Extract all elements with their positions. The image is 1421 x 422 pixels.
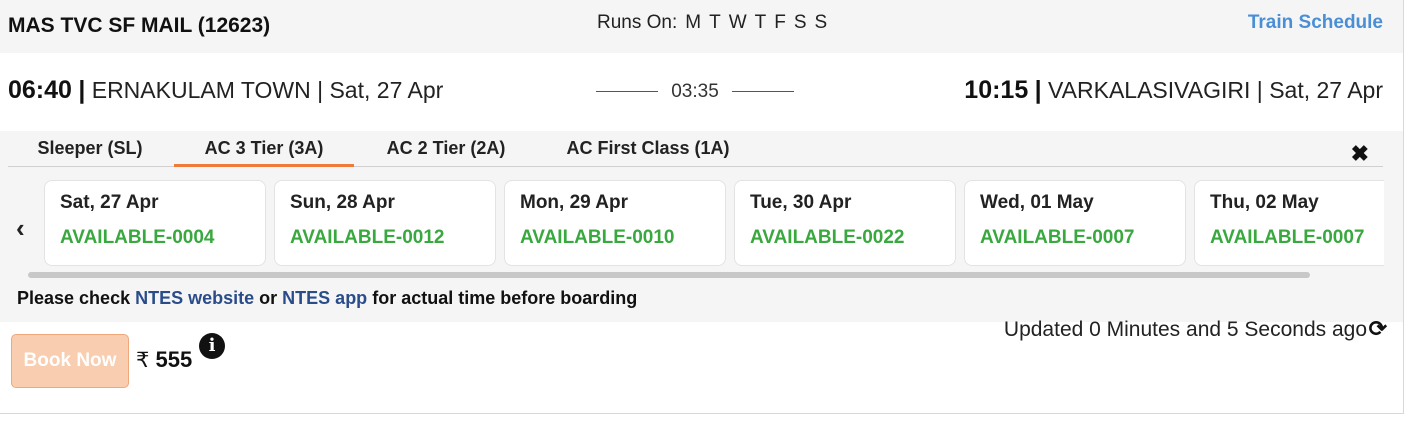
availability-strip: Sat, 27 Apr AVAILABLE-0004 Sun, 28 Apr A… <box>44 180 1384 266</box>
runs-on-day: W <box>728 12 747 33</box>
runs-on-day: S <box>793 12 807 33</box>
availability-date: Sun, 28 Apr <box>290 192 395 213</box>
runs-on-day: M <box>685 12 702 33</box>
arrival-date: Sat, 27 Apr <box>1269 77 1383 103</box>
availability-status: AVAILABLE-0010 <box>520 227 675 248</box>
class-tabs: Sleeper (SL) AC 3 Tier (3A) AC 2 Tier (2… <box>8 131 1383 167</box>
ntes-website-link[interactable]: NTES website <box>135 288 254 308</box>
runs-on-label: Runs On: <box>597 12 678 33</box>
arrival-info: 10:15 | VARKALASIVAGIRI | Sat, 27 Apr <box>964 76 1383 104</box>
availability-date: Tue, 30 Apr <box>750 192 852 213</box>
train-result-card: MAS TVC SF MAIL (12623) Runs On: M T W T F S S … <box>0 0 1404 414</box>
tab-sleeper[interactable]: Sleeper (SL) <box>8 131 172 167</box>
chevron-left-icon[interactable]: ‹ <box>16 213 25 244</box>
fare-value: 555 <box>155 347 193 372</box>
duration-text: 03:35 <box>671 81 719 102</box>
availability-card[interactable]: Sat, 27 Apr AVAILABLE-0004 <box>44 180 266 266</box>
journey-duration: 03:35 <box>596 81 794 102</box>
notice-suffix: for actual time before boarding <box>372 288 638 308</box>
card-header: MAS TVC SF MAIL (12623) Runs On: M T W T F S S … <box>0 0 1403 53</box>
availability-status: AVAILABLE-0007 <box>980 227 1135 248</box>
tab-ac-2-tier[interactable]: AC 2 Tier (2A) <box>362 131 530 167</box>
runs-on-day: S <box>814 12 828 33</box>
tab-ac-first-class[interactable]: AC First Class (1A) <box>548 131 748 167</box>
runs-on: Runs On: M T W T F S S <box>597 12 827 34</box>
train-schedule-link[interactable]: Train Schedule <box>1248 12 1383 34</box>
availability-card[interactable]: Wed, 01 May AVAILABLE-0007 <box>964 180 1186 266</box>
notice-prefix: Please check <box>17 288 131 308</box>
availability-card[interactable]: Mon, 29 Apr AVAILABLE-0010 <box>504 180 726 266</box>
availability-status: AVAILABLE-0004 <box>60 227 215 248</box>
ntes-app-link[interactable]: NTES app <box>282 288 367 308</box>
tab-ac-3-tier[interactable]: AC 3 Tier (3A) <box>174 131 354 167</box>
availability-card[interactable]: Sun, 28 Apr AVAILABLE-0012 <box>274 180 496 266</box>
close-icon[interactable]: ✖ <box>1351 141 1369 167</box>
availability-card[interactable]: Tue, 30 Apr AVAILABLE-0022 <box>734 180 956 266</box>
arrival-time: 10:15 <box>964 76 1029 104</box>
notice-middle: or <box>259 288 278 308</box>
departure-station: ERNAKULAM TOWN <box>91 77 311 103</box>
refresh-icon[interactable]: ⟳ <box>1369 316 1387 342</box>
runs-on-day: T <box>754 12 767 33</box>
last-updated-text: Updated 0 Minutes and 5 Seconds ago <box>1003 318 1367 341</box>
availability-status: AVAILABLE-0012 <box>290 227 445 248</box>
train-name: MAS TVC SF MAIL (12623) <box>8 14 271 37</box>
availability-scrollbar[interactable] <box>28 272 1310 278</box>
arrival-station: VARKALASIVAGIRI <box>1048 77 1251 103</box>
book-now-button[interactable]: Book Now <box>11 334 129 388</box>
departure-date: Sat, 27 Apr <box>329 77 444 103</box>
info-icon[interactable]: i <box>199 333 225 359</box>
departure-info: 06:40 | ERNAKULAM TOWN | Sat, 27 Apr <box>8 76 444 104</box>
availability-date: Sat, 27 Apr <box>60 192 159 213</box>
runs-on-day: F <box>774 12 786 33</box>
availability-card[interactable]: Thu, 02 May AVAILABLE-0007 <box>1194 180 1384 266</box>
fare-amount: ₹ 555 <box>136 347 192 373</box>
class-availability-panel: Sleeper (SL) AC 3 Tier (3A) AC 2 Tier (2… <box>0 131 1403 322</box>
duration-line-right <box>732 91 794 92</box>
departure-time: 06:40 <box>8 76 72 104</box>
availability-date: Mon, 29 Apr <box>520 192 629 213</box>
currency-symbol: ₹ <box>136 349 150 372</box>
availability-status: AVAILABLE-0007 <box>1210 227 1365 248</box>
runs-on-day: T <box>709 12 721 33</box>
availability-date: Thu, 02 May <box>1210 192 1319 213</box>
journey-times: 06:40 | ERNAKULAM TOWN | Sat, 27 Apr 03:… <box>0 53 1403 131</box>
boarding-notice: Please check NTES website or NTES app fo… <box>17 288 637 309</box>
availability-status: AVAILABLE-0022 <box>750 227 905 248</box>
availability-date: Wed, 01 May <box>980 192 1094 213</box>
